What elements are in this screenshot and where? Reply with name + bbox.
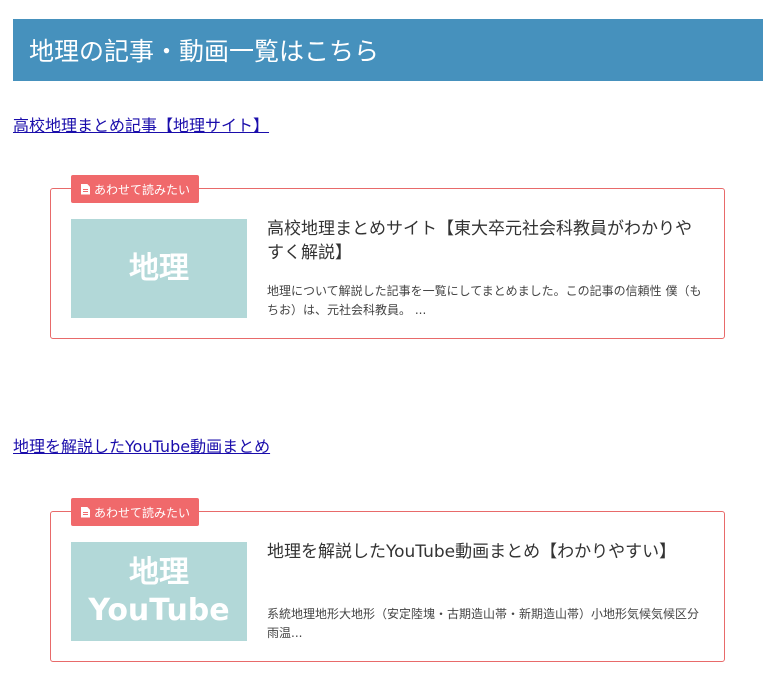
- section-heading-text: 地理の記事・動画一覧はこちら: [29, 37, 380, 66]
- document-icon: [81, 506, 90, 518]
- related-article-card-geography[interactable]: あわせて読みたい 地理 高校地理まとめサイト【東大卒元社会科教員がわかりやすく解…: [50, 175, 725, 339]
- document-icon: [81, 183, 90, 195]
- link-geography-youtube[interactable]: 地理を解説したYouTube動画まとめ: [13, 433, 270, 457]
- card-description: 系統地理地形大地形（安定陸塊・古期造山帯・新期造山帯）小地形気候気候区分雨温..…: [267, 607, 700, 640]
- related-badge-label: あわせて読みたい: [94, 505, 191, 520]
- thumbnail-text: 地理: [129, 555, 189, 590]
- section-heading: 地理の記事・動画一覧はこちら: [13, 19, 763, 81]
- link-geography-articles[interactable]: 高校地理まとめ記事【地理サイト】: [13, 112, 269, 136]
- related-badge: あわせて読みたい: [71, 498, 200, 526]
- thumbnail-text-youtube: YouTube: [88, 592, 230, 628]
- card-title[interactable]: 高校地理まとめサイト【東大卒元社会科教員がわかりやすく解説】: [267, 217, 707, 265]
- card-title[interactable]: 地理を解説したYouTube動画まとめ【わかりやすい】: [267, 540, 707, 564]
- article-thumbnail[interactable]: 地理: [71, 219, 247, 318]
- thumbnail-text: 地理: [129, 250, 189, 286]
- related-badge-label: あわせて読みたい: [94, 182, 191, 197]
- article-thumbnail[interactable]: 地理 YouTube: [71, 542, 247, 641]
- related-article-card-youtube[interactable]: あわせて読みたい 地理 YouTube 地理を解説したYouTube動画まとめ【…: [50, 498, 725, 662]
- related-badge: あわせて読みたい: [71, 175, 200, 203]
- card-description: 地理について解説した記事を一覧にしてまとめました。この記事の信頼性 僕（もちお）…: [267, 284, 702, 317]
